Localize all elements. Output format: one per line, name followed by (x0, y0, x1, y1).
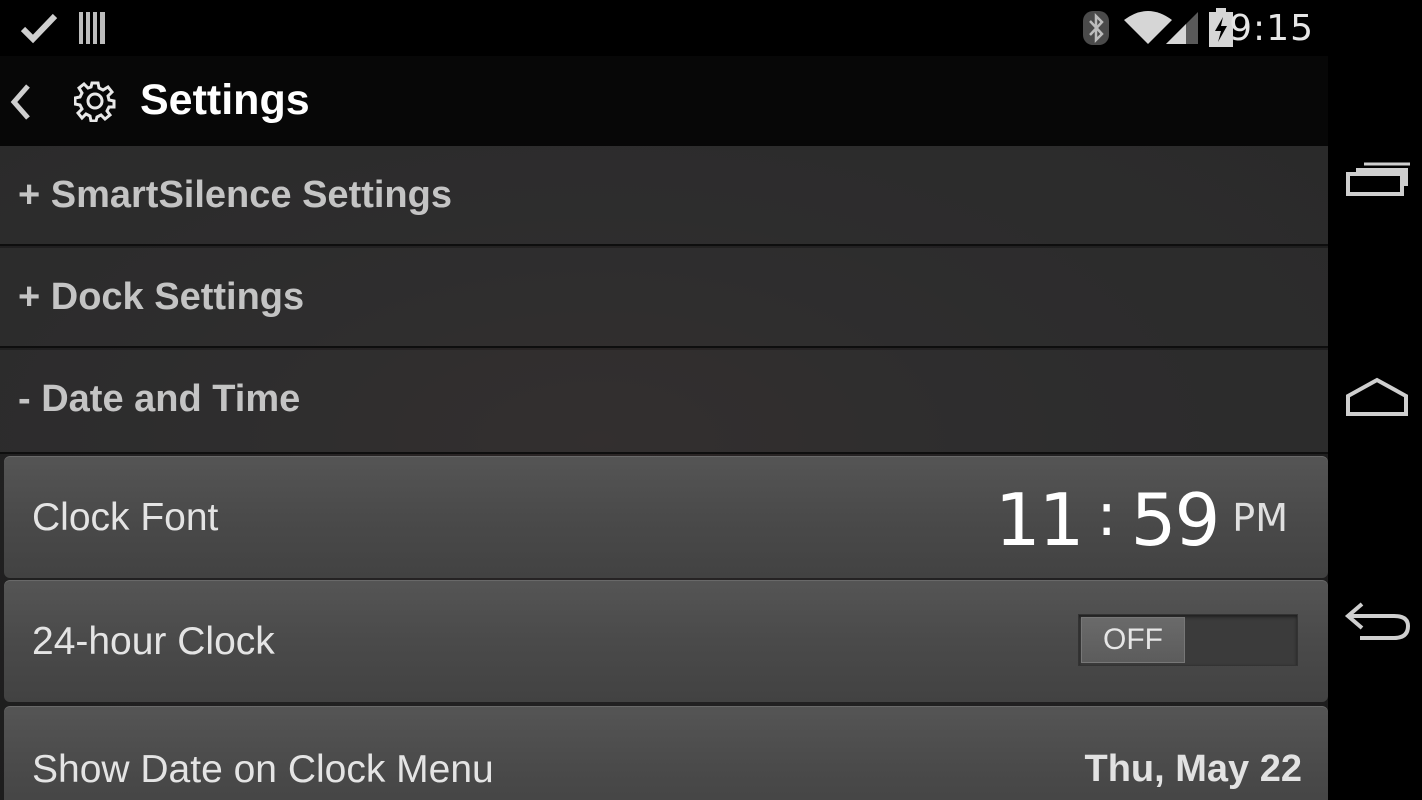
barcode-icon (78, 10, 108, 51)
clock-font-preview: 11:59 PM (995, 478, 1288, 562)
section-dock[interactable]: + Dock Settings (0, 248, 1328, 348)
clock-font-row[interactable]: Clock Font 11:59 PM (4, 456, 1328, 578)
hour24-clock-label: 24-hour Clock (32, 620, 275, 663)
section-smartsilence[interactable]: + SmartSilence Settings (0, 146, 1328, 246)
show-date-label: Show Date on Clock Menu (32, 748, 494, 791)
home-icon[interactable] (1342, 376, 1412, 424)
bluetooth-icon (1082, 10, 1110, 51)
hour24-toggle[interactable]: OFF (1078, 614, 1298, 666)
section-label: - Date and Time (18, 378, 301, 420)
clock-colon: : (1096, 480, 1117, 550)
clock-minute: 59 (1130, 478, 1221, 562)
section-label: + SmartSilence Settings (18, 174, 452, 216)
status-time: 9:15 (1229, 8, 1314, 49)
android-screen: 9:15 Settings + SmartSilence Settings + … (0, 0, 1422, 800)
checkmark-icon (20, 12, 58, 49)
status-bar: 9:15 (0, 0, 1328, 56)
toggle-thumb: OFF (1081, 617, 1185, 663)
clock-font-label: Clock Font (32, 496, 219, 539)
page-title: Settings (140, 76, 310, 124)
hour24-clock-row[interactable]: 24-hour Clock OFF (4, 580, 1328, 702)
settings-list: + SmartSilence Settings + Dock Settings … (0, 146, 1328, 800)
clock-hour: 11 (994, 478, 1085, 562)
recent-apps-icon[interactable] (1342, 156, 1412, 204)
gear-icon[interactable] (73, 80, 116, 123)
chevron-left-icon[interactable] (6, 80, 36, 124)
section-date-and-time[interactable]: - Date and Time (0, 350, 1328, 454)
navigation-bar (1328, 0, 1422, 800)
signal-icon (1164, 10, 1200, 51)
section-label: + Dock Settings (18, 276, 305, 318)
action-bar: Settings (0, 56, 1328, 146)
show-date-row[interactable]: Show Date on Clock Menu Thu, May 22 (4, 706, 1328, 800)
back-arrow-icon[interactable] (1342, 598, 1412, 646)
clock-ampm: PM (1232, 496, 1288, 540)
show-date-value: Thu, May 22 (1084, 748, 1303, 790)
